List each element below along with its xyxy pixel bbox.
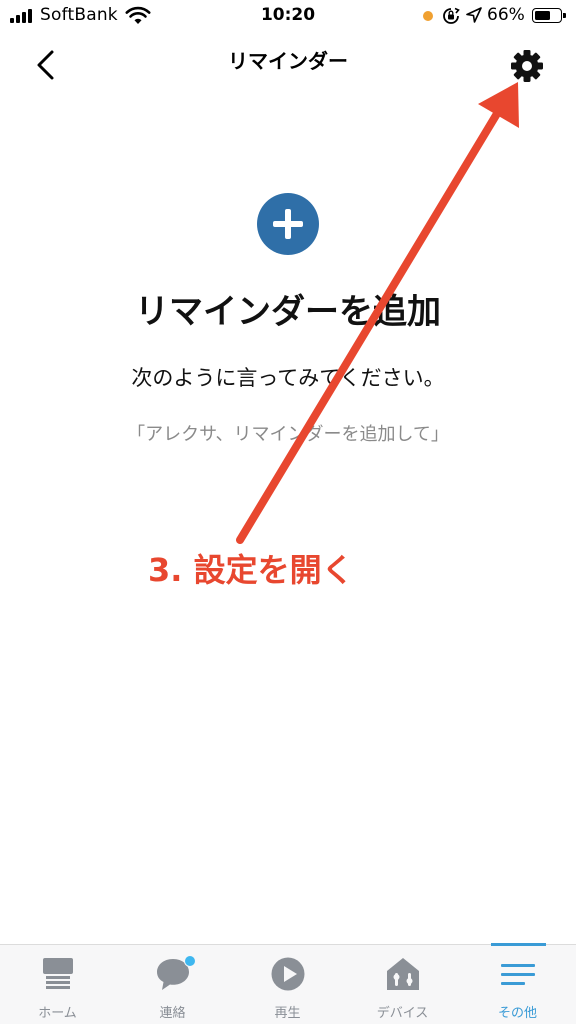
tab-bar: ホーム 連絡 再生 デバイス その他: [0, 943, 576, 1024]
mic-in-use-indicator: [423, 11, 433, 21]
tab-play[interactable]: 再生: [230, 945, 345, 1024]
battery-percent: 66%: [487, 5, 525, 25]
voice-command-example: 「アレクサ、リマインダーを追加して」: [127, 424, 449, 445]
settings-button[interactable]: [508, 47, 546, 85]
add-reminder-button[interactable]: [257, 193, 319, 255]
tab-home[interactable]: ホーム: [0, 945, 115, 1024]
page-title: リマインダー: [228, 49, 348, 73]
annotation-label: 3. 設定を開く: [148, 551, 354, 589]
tab-devices[interactable]: デバイス: [345, 945, 460, 1024]
status-bar: SoftBank 10:20 66%: [0, 0, 576, 32]
gear-icon: [511, 50, 543, 82]
empty-state-instruction: 次のように言ってみてください。: [131, 366, 445, 390]
tab-more[interactable]: その他: [460, 943, 575, 1024]
tab-communicate[interactable]: 連絡: [115, 945, 230, 1024]
tab-label: ホーム: [38, 1006, 77, 1021]
location-arrow-icon: [466, 7, 482, 23]
home-icon: [43, 958, 73, 989]
play-icon: [271, 957, 305, 991]
annotation-arrow: [236, 82, 519, 544]
tab-label: 再生: [274, 1006, 301, 1021]
orientation-lock-icon: [443, 7, 460, 24]
devices-home-icon: [387, 958, 419, 990]
empty-state-heading: リマインダーを追加: [135, 292, 441, 332]
tab-label: デバイス: [376, 1006, 429, 1021]
tab-label: 連絡: [159, 1006, 186, 1021]
notification-badge: [184, 955, 196, 967]
battery-icon: [532, 8, 566, 23]
menu-icon: [501, 964, 535, 985]
active-tab-indicator: [491, 943, 546, 946]
tab-label: その他: [497, 1006, 537, 1021]
